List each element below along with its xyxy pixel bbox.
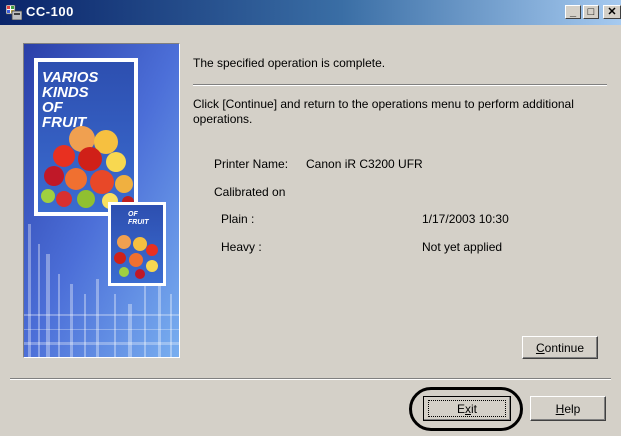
continue-button[interactable]: Continue — [522, 336, 598, 359]
bottom-separator — [10, 378, 611, 380]
calibrated-on-label: Calibrated on — [214, 185, 286, 199]
printer-name-value: Canon iR C3200 UFR — [306, 157, 423, 171]
window-title: CC-100 — [26, 4, 74, 19]
top-separator — [193, 84, 607, 86]
instruction-message: Click [Continue] and return to the opera… — [193, 97, 574, 126]
minimize-icon: _ — [569, 6, 577, 18]
title-bar[interactable]: CC-100 _ □ ✕ — [0, 0, 621, 25]
small-card-line-2: FRUIT — [128, 219, 149, 226]
small-card-line-1: OF — [128, 211, 138, 218]
help-button[interactable]: Help — [530, 396, 606, 421]
fruit-illustration: VARIOS KINDS OF FRUIT OF FRUIT — [24, 44, 179, 357]
exit-focus-indicator — [428, 400, 506, 417]
plain-value: 1/17/2003 10:30 — [422, 212, 509, 226]
heavy-label: Heavy : — [221, 240, 262, 254]
decorative-image-panel: VARIOS KINDS OF FRUIT OF FRUIT — [23, 43, 180, 358]
dialog-window: CC-100 _ □ ✕ VARIOS KINDS OF FRUIT OF FR… — [0, 0, 621, 436]
maximize-button[interactable]: □ — [583, 5, 599, 19]
close-icon: ✕ — [607, 6, 617, 18]
help-label: elp — [564, 401, 581, 416]
continue-label: ontinue — [544, 340, 585, 355]
minimize-button[interactable]: _ — [565, 5, 581, 19]
maximize-icon: □ — [587, 6, 595, 18]
heavy-value: Not yet applied — [422, 240, 503, 254]
status-message: The specified operation is complete. — [193, 56, 386, 70]
plain-label: Plain : — [221, 212, 255, 226]
printer-name-label: Printer Name: — [214, 157, 289, 171]
app-icon — [6, 5, 22, 20]
exit-button[interactable]: Exit — [423, 396, 511, 421]
continue-mnemonic: C — [535, 340, 545, 355]
close-button[interactable]: ✕ — [603, 5, 621, 19]
